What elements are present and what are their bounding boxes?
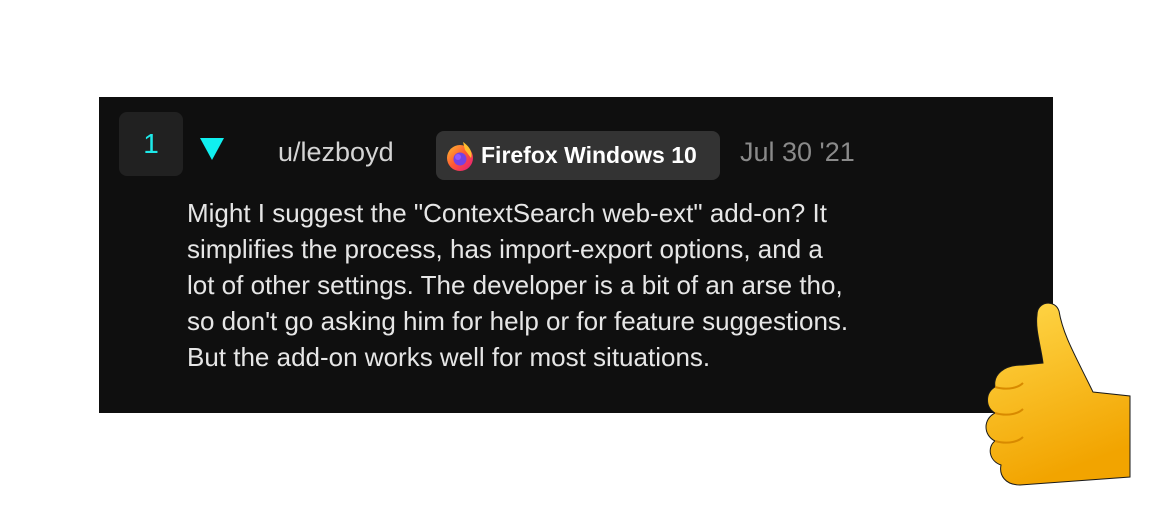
flair-text: Firefox Windows 10 (481, 142, 697, 168)
comment-line: Might I suggest the "ContextSearch web-e… (187, 198, 827, 228)
downvote-triangle-icon[interactable] (200, 138, 224, 160)
comment-body: Might I suggest the "ContextSearch web-e… (187, 195, 1017, 375)
username-link[interactable]: u/lezboyd (278, 137, 394, 168)
user-flair-badge: Firefox Windows 10 (436, 131, 720, 180)
score: 1 (143, 128, 159, 159)
comment-line: so don't go asking him for help or for f… (187, 306, 849, 336)
score-box: 1 (119, 112, 183, 176)
comment-date: Jul 30 '21 (740, 137, 855, 167)
comment-line: But the add-on works well for most situa… (187, 342, 711, 372)
firefox-icon (447, 141, 473, 171)
comment-line: simplifies the process, has import-expor… (187, 234, 823, 264)
thumbs-up-icon (985, 302, 1131, 486)
comment-line: lot of other settings. The developer is … (187, 270, 843, 300)
